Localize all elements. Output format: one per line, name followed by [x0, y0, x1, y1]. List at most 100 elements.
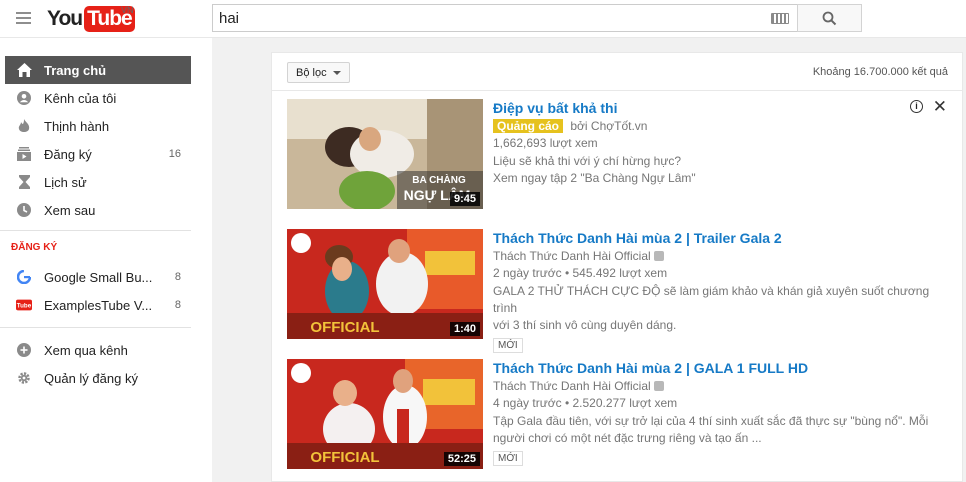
- search-icon: [822, 11, 837, 25]
- subscriptions-section-title: ĐĂNG KÝ: [11, 242, 58, 253]
- stats-line: 2 ngày trước • 545.492 lượt xem: [493, 266, 668, 280]
- result-item: OFFICIAL 1:40 Thách Thức Danh Hài mùa 2 …: [287, 229, 957, 353]
- logo-region: VN: [121, 5, 134, 15]
- sidebar-item-label: Quản lý đăng ký: [44, 370, 138, 386]
- sidebar-item-watch-later[interactable]: Xem sau: [5, 196, 191, 224]
- clock-icon: [16, 202, 32, 218]
- result-item-ad: BA CHÀNG NGỰ LÂM 9:45 Điệp vụ bất khả th…: [287, 97, 957, 211]
- gear-icon: [16, 370, 32, 386]
- upload-age: 4 ngày trước: [493, 396, 562, 410]
- description-line: với 3 thí sinh vô cùng duyên dáng.: [493, 318, 677, 332]
- view-count: 545.492 lượt xem: [572, 266, 668, 280]
- youtube-channel-icon: Tube: [16, 297, 32, 313]
- sidebar-item-label: Đăng ký: [44, 146, 92, 162]
- subscription-count: 8: [174, 299, 181, 311]
- youtube-logo[interactable]: You Tube VN: [47, 5, 135, 32]
- flame-icon: [16, 118, 32, 134]
- video-title[interactable]: Thách Thức Danh Hài mùa 2 | Trailer Gala…: [493, 229, 953, 247]
- sidebar-item-label: Thịnh hành: [44, 118, 110, 134]
- search-button[interactable]: [797, 4, 862, 32]
- sidebar-item-label: Xem qua kênh: [44, 342, 128, 358]
- sidebar-item-my-channel[interactable]: Kênh của tôi: [5, 84, 191, 112]
- description-line: người chơi có một nét đặc trưng riêng và…: [493, 431, 762, 445]
- video-duration: 1:40: [449, 322, 480, 336]
- video-description: GALA 2 THỬ THÁCH CỰC ĐỘ sẽ làm giám khảo…: [493, 283, 953, 334]
- video-title[interactable]: Điệp vụ bất khả thi: [493, 99, 953, 117]
- subscription-count: 8: [174, 271, 181, 283]
- sidebar-item-label: Xem sau: [44, 202, 96, 218]
- search-input[interactable]: [213, 5, 753, 31]
- sidebar-item-label: Trang chủ: [44, 62, 107, 78]
- svg-text:Tube: Tube: [17, 303, 32, 310]
- video-thumbnail[interactable]: OFFICIAL 1:40: [287, 229, 483, 339]
- channel-line: Thách Thức Danh Hài Official: [493, 248, 953, 264]
- sidebar-subscription-examplestube[interactable]: Tube ExamplesTube V... 8: [5, 291, 191, 319]
- google-icon: [16, 269, 32, 285]
- channel-name[interactable]: Thách Thức Danh Hài Official: [493, 379, 651, 393]
- search-box: [212, 4, 798, 32]
- video-duration: 52:25: [443, 452, 480, 466]
- description-line: Liệu sẽ khả thi với ý chí hừng hực?: [493, 154, 682, 168]
- video-title[interactable]: Thách Thức Danh Hài mùa 2 | GALA 1 FULL …: [493, 359, 953, 377]
- video-description: Tập Gala đầu tiên, với sự trở lại của 4 …: [493, 413, 953, 447]
- divider: [0, 230, 191, 231]
- info-icon[interactable]: i: [910, 100, 923, 113]
- sidebar-subscription-google[interactable]: Google Small Bu... 8: [5, 263, 191, 291]
- keyboard-icon[interactable]: [771, 13, 789, 24]
- search-results: Bộ lọc Khoảng 16.700.000 kết quả BA CHÀN…: [271, 52, 963, 482]
- view-count: 1,662,693 lượt xem: [493, 136, 598, 150]
- advertiser[interactable]: bởi ChợTốt.vn: [570, 119, 647, 133]
- new-badge: MỚI: [493, 338, 523, 353]
- subscriptions-icon: [16, 146, 32, 162]
- video-description: Liệu sẽ khả thi với ý chí hừng hực? Xem …: [493, 153, 953, 187]
- sidebar-item-home[interactable]: Trang chủ: [5, 56, 191, 84]
- filter-button[interactable]: Bộ lọc: [287, 62, 350, 83]
- masthead: You Tube VN: [0, 0, 966, 38]
- sidebar-item-history[interactable]: Lịch sử: [5, 168, 191, 196]
- divider: [0, 327, 191, 328]
- close-icon[interactable]: ✕: [933, 97, 947, 117]
- sidebar: Trang chủ Kênh của tôi Thịnh hành Đăng k…: [0, 38, 212, 482]
- sidebar-item-manage-subscriptions[interactable]: Quản lý đăng ký: [5, 364, 191, 392]
- sidebar-item-label: Google Small Bu...: [44, 269, 153, 285]
- verified-icon: [653, 251, 664, 261]
- channel-line: Thách Thức Danh Hài Official: [493, 378, 953, 394]
- upload-age: 2 ngày trước: [493, 266, 562, 280]
- channel-name[interactable]: Thách Thức Danh Hài Official: [493, 249, 651, 263]
- sidebar-item-label: Lịch sử: [44, 174, 87, 190]
- ad-badge: Quảng cáo: [493, 119, 564, 133]
- stats-line: 4 ngày trước • 2.520.277 lượt xem: [493, 396, 678, 410]
- video-meta: Thách Thức Danh Hài mùa 2 | Trailer Gala…: [493, 229, 953, 353]
- result-item: OFFICIAL 52:25 Thách Thức Danh Hài mùa 2…: [287, 359, 957, 471]
- description-line: Xem ngay tập 2 "Ba Chàng Ngự Lâm": [493, 171, 696, 185]
- divider: [272, 90, 962, 91]
- thumbnail-text: OFFICIAL: [310, 319, 379, 336]
- hourglass-icon: [16, 174, 32, 190]
- view-count: 2.520.277 lượt xem: [572, 396, 678, 410]
- sidebar-item-browse-channels[interactable]: Xem qua kênh: [5, 336, 191, 364]
- filter-label: Bộ lọc: [296, 66, 327, 79]
- video-duration: 9:45: [449, 192, 480, 206]
- thumbnail-text: BA CHÀNG: [412, 173, 466, 186]
- sidebar-item-trending[interactable]: Thịnh hành: [5, 112, 191, 140]
- video-thumbnail[interactable]: BA CHÀNG NGỰ LÂM 9:45: [287, 99, 483, 209]
- logo-you: You: [47, 7, 83, 30]
- sidebar-item-label: Kênh của tôi: [44, 90, 117, 106]
- sidebar-item-label: ExamplesTube V...: [44, 297, 153, 313]
- description-line: Tập Gala đầu tiên, với sự trở lại của 4 …: [493, 414, 929, 428]
- add-circle-icon: [16, 342, 32, 358]
- description-line: GALA 2 THỬ THÁCH CỰC ĐỘ sẽ làm giám khảo…: [493, 284, 930, 315]
- video-meta: Điệp vụ bất khả thi Quảng cáo bởi ChợTốt…: [493, 99, 953, 187]
- ad-line: Quảng cáo bởi ChợTốt.vn: [493, 118, 953, 134]
- result-count: Khoảng 16.700.000 kết quả: [812, 66, 948, 78]
- account-icon: [16, 90, 32, 106]
- new-badge: MỚI: [493, 451, 523, 466]
- chevron-down-icon: [332, 70, 341, 75]
- subscription-count: 16: [168, 148, 181, 160]
- sidebar-item-subscriptions[interactable]: Đăng ký 16: [5, 140, 191, 168]
- verified-icon: [653, 381, 664, 391]
- thumbnail-text: OFFICIAL: [310, 449, 379, 466]
- video-thumbnail[interactable]: OFFICIAL 52:25: [287, 359, 483, 469]
- menu-icon[interactable]: [16, 12, 31, 24]
- video-meta: Thách Thức Danh Hài mùa 2 | GALA 1 FULL …: [493, 359, 953, 466]
